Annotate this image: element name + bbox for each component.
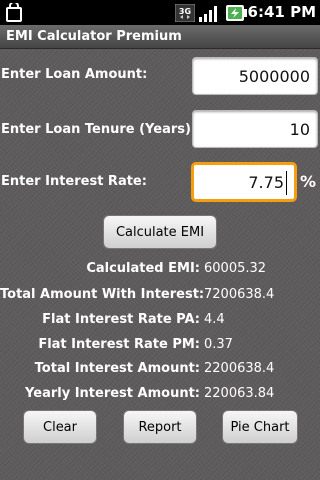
loan-amount-input[interactable] xyxy=(193,58,317,94)
flat-rate-pm-label: Flat Interest Rate PM: xyxy=(38,337,200,352)
loan-amount-field[interactable] xyxy=(192,57,318,95)
calculated-emi-label: Calculated EMI: xyxy=(86,261,200,276)
loan-tenure-input[interactable] xyxy=(193,111,317,147)
total-amount-value: 7200638.4 xyxy=(204,287,275,302)
text-cursor xyxy=(286,171,287,195)
app-title: EMI Calculator Premium xyxy=(6,29,182,44)
yearly-interest-label: Yearly Interest Amount: xyxy=(25,386,200,401)
total-amount-label: Total Amount With Interest: xyxy=(0,287,205,302)
clear-button[interactable]: Clear xyxy=(23,410,97,444)
total-interest-label: Total Interest Amount: xyxy=(34,361,200,376)
flat-rate-pm-value: 0.37 xyxy=(204,337,233,352)
yearly-interest-value: 220063.84 xyxy=(204,386,275,401)
flat-rate-pa-label: Flat Interest Rate PA: xyxy=(42,312,200,327)
interest-rate-field[interactable] xyxy=(191,162,297,202)
percent-unit: % xyxy=(300,172,317,191)
battery-charging-icon xyxy=(225,4,247,26)
report-button[interactable]: Report xyxy=(123,410,197,444)
status-time: 6:41 PM xyxy=(247,3,316,21)
notification-icon xyxy=(6,1,22,26)
network-3g-icon: 3G xyxy=(174,3,196,23)
loan-tenure-field[interactable] xyxy=(192,110,318,148)
total-interest-value: 2200638.4 xyxy=(204,361,275,376)
interest-rate-input[interactable] xyxy=(194,165,294,199)
title-bar: EMI Calculator Premium xyxy=(0,25,320,49)
pie-chart-button[interactable]: Pie Chart xyxy=(222,410,298,444)
interest-rate-label: Enter Interest Rate: xyxy=(1,174,147,189)
calculate-emi-button[interactable]: Calculate EMI xyxy=(103,215,217,249)
signal-strength-icon xyxy=(198,4,220,27)
svg-text:3G: 3G xyxy=(179,7,191,16)
flat-rate-pa-value: 4.4 xyxy=(204,312,225,327)
status-bar: 3G 6:41 PM xyxy=(0,0,320,25)
loan-tenure-label: Enter Loan Tenure (Years): xyxy=(1,122,197,137)
calculated-emi-value: 60005.32 xyxy=(204,261,267,276)
loan-amount-label: Enter Loan Amount: xyxy=(1,67,148,82)
